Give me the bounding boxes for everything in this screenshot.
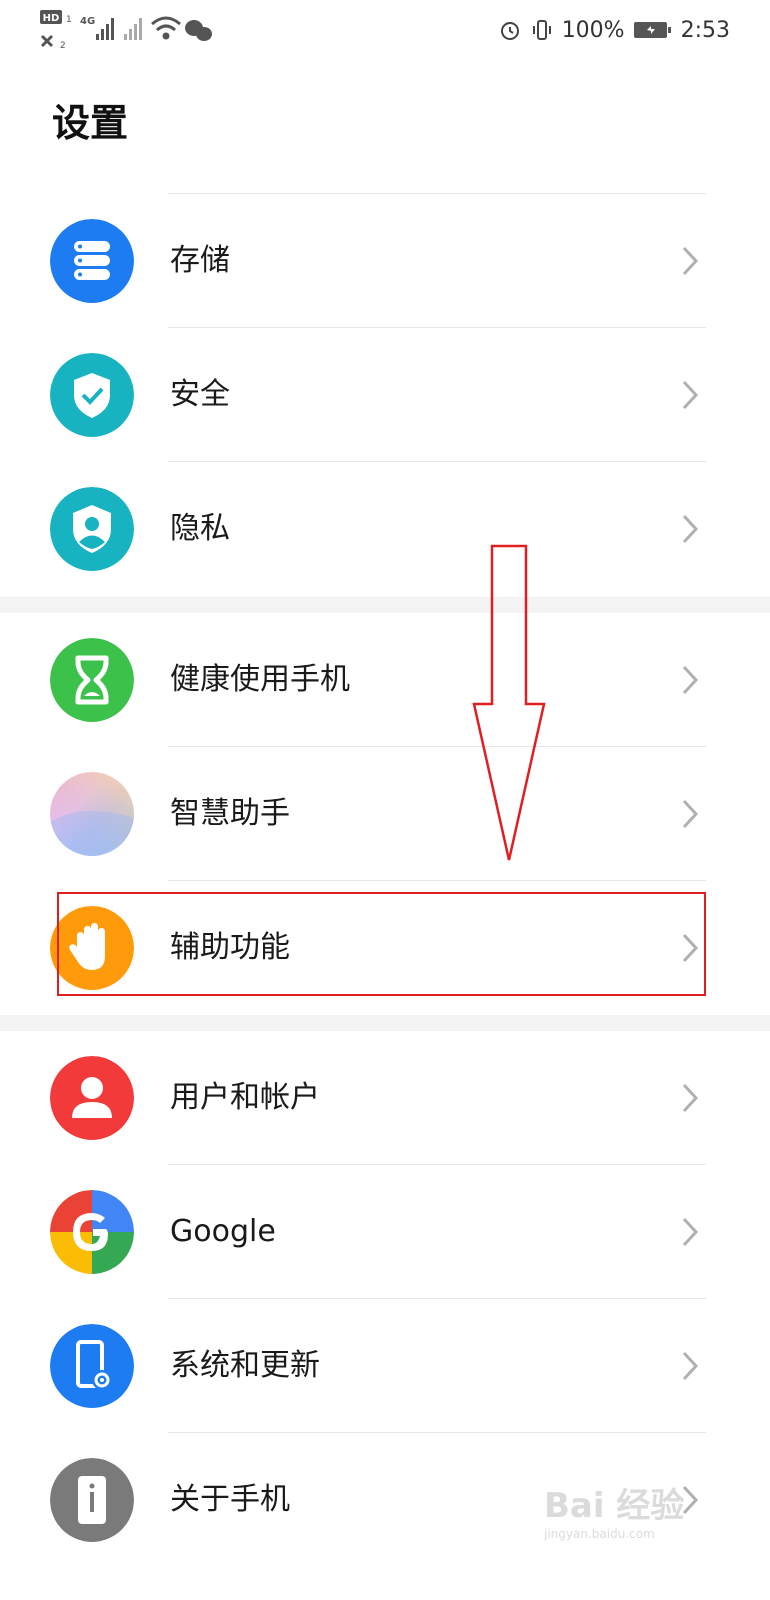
hourglass-icon: [50, 638, 134, 722]
status-right: 100% 2:53: [498, 10, 730, 50]
settings-item-label: 存储: [170, 243, 230, 278]
page-title: 设置: [52, 101, 129, 145]
settings-item-users-accounts[interactable]: 用户和帐户: [0, 1031, 770, 1165]
settings-item-label: Google: [170, 1214, 276, 1249]
wechat-icon: [185, 20, 212, 41]
shield-check-icon: [50, 353, 134, 437]
google-icon: [50, 1190, 134, 1274]
svg-text:2: 2: [60, 41, 66, 51]
battery-percent: 100%: [561, 17, 625, 43]
settings-item-label: 健康使用手机: [170, 662, 350, 697]
settings-item-label: 系统和更新: [170, 1348, 320, 1383]
settings-item-google[interactable]: Google: [0, 1165, 770, 1299]
settings-item-label: 安全: [170, 377, 230, 412]
alarm-icon: [500, 22, 519, 40]
settings-item-smart-assistant[interactable]: 智慧助手: [0, 747, 770, 881]
svg-text:HD: HD: [43, 13, 60, 24]
wifi-icon: [151, 16, 181, 40]
svg-text:4G: 4G: [80, 16, 95, 27]
chevron-right-icon: [682, 1351, 699, 1381]
settings-item-security[interactable]: 安全: [0, 328, 770, 462]
system-update-icon: [50, 1324, 134, 1408]
settings-item-storage[interactable]: 存储: [0, 194, 770, 328]
hd-icon: HD 1 2: [40, 10, 72, 51]
privacy-icon: [50, 487, 134, 571]
settings-item-system-update[interactable]: 系统和更新: [0, 1299, 770, 1433]
chevron-right-icon: [682, 380, 699, 410]
status-left-icons: HD 1 2 4G: [40, 10, 212, 51]
signal-icon: 4G: [80, 16, 142, 40]
user-icon: [50, 1056, 134, 1140]
settings-item-digital-balance[interactable]: 健康使用手机: [0, 613, 770, 747]
settings-item-label: 隐私: [170, 511, 230, 546]
down-arrow-annotation: [472, 544, 546, 861]
settings-item-label: 智慧助手: [170, 796, 290, 831]
clock: 2:53: [680, 17, 730, 43]
chevron-right-icon: [682, 514, 699, 544]
vibrate-icon: [532, 20, 551, 40]
section-gap: [0, 597, 770, 613]
settings-item-label: 关于手机: [170, 1482, 290, 1517]
chevron-right-icon: [682, 1217, 699, 1247]
battery-icon: [633, 22, 671, 38]
chevron-right-icon: [682, 246, 699, 276]
chevron-right-icon: [682, 665, 699, 695]
highlight-box: [57, 892, 706, 996]
baidu-watermark: Bai 经验 jingyan.baidu.com: [544, 1486, 685, 1541]
chevron-right-icon: [682, 1083, 699, 1113]
section-gap: [0, 1015, 770, 1031]
status-bar: HD 1 2 4G 100% 2:53: [0, 0, 770, 60]
storage-icon: [50, 219, 134, 303]
assistant-icon: [50, 772, 134, 856]
phone-info-icon: [50, 1458, 134, 1542]
chevron-right-icon: [682, 799, 699, 829]
settings-item-privacy[interactable]: 隐私: [0, 462, 770, 596]
svg-text:1: 1: [66, 15, 72, 25]
settings-item-label: 用户和帐户: [170, 1080, 320, 1115]
